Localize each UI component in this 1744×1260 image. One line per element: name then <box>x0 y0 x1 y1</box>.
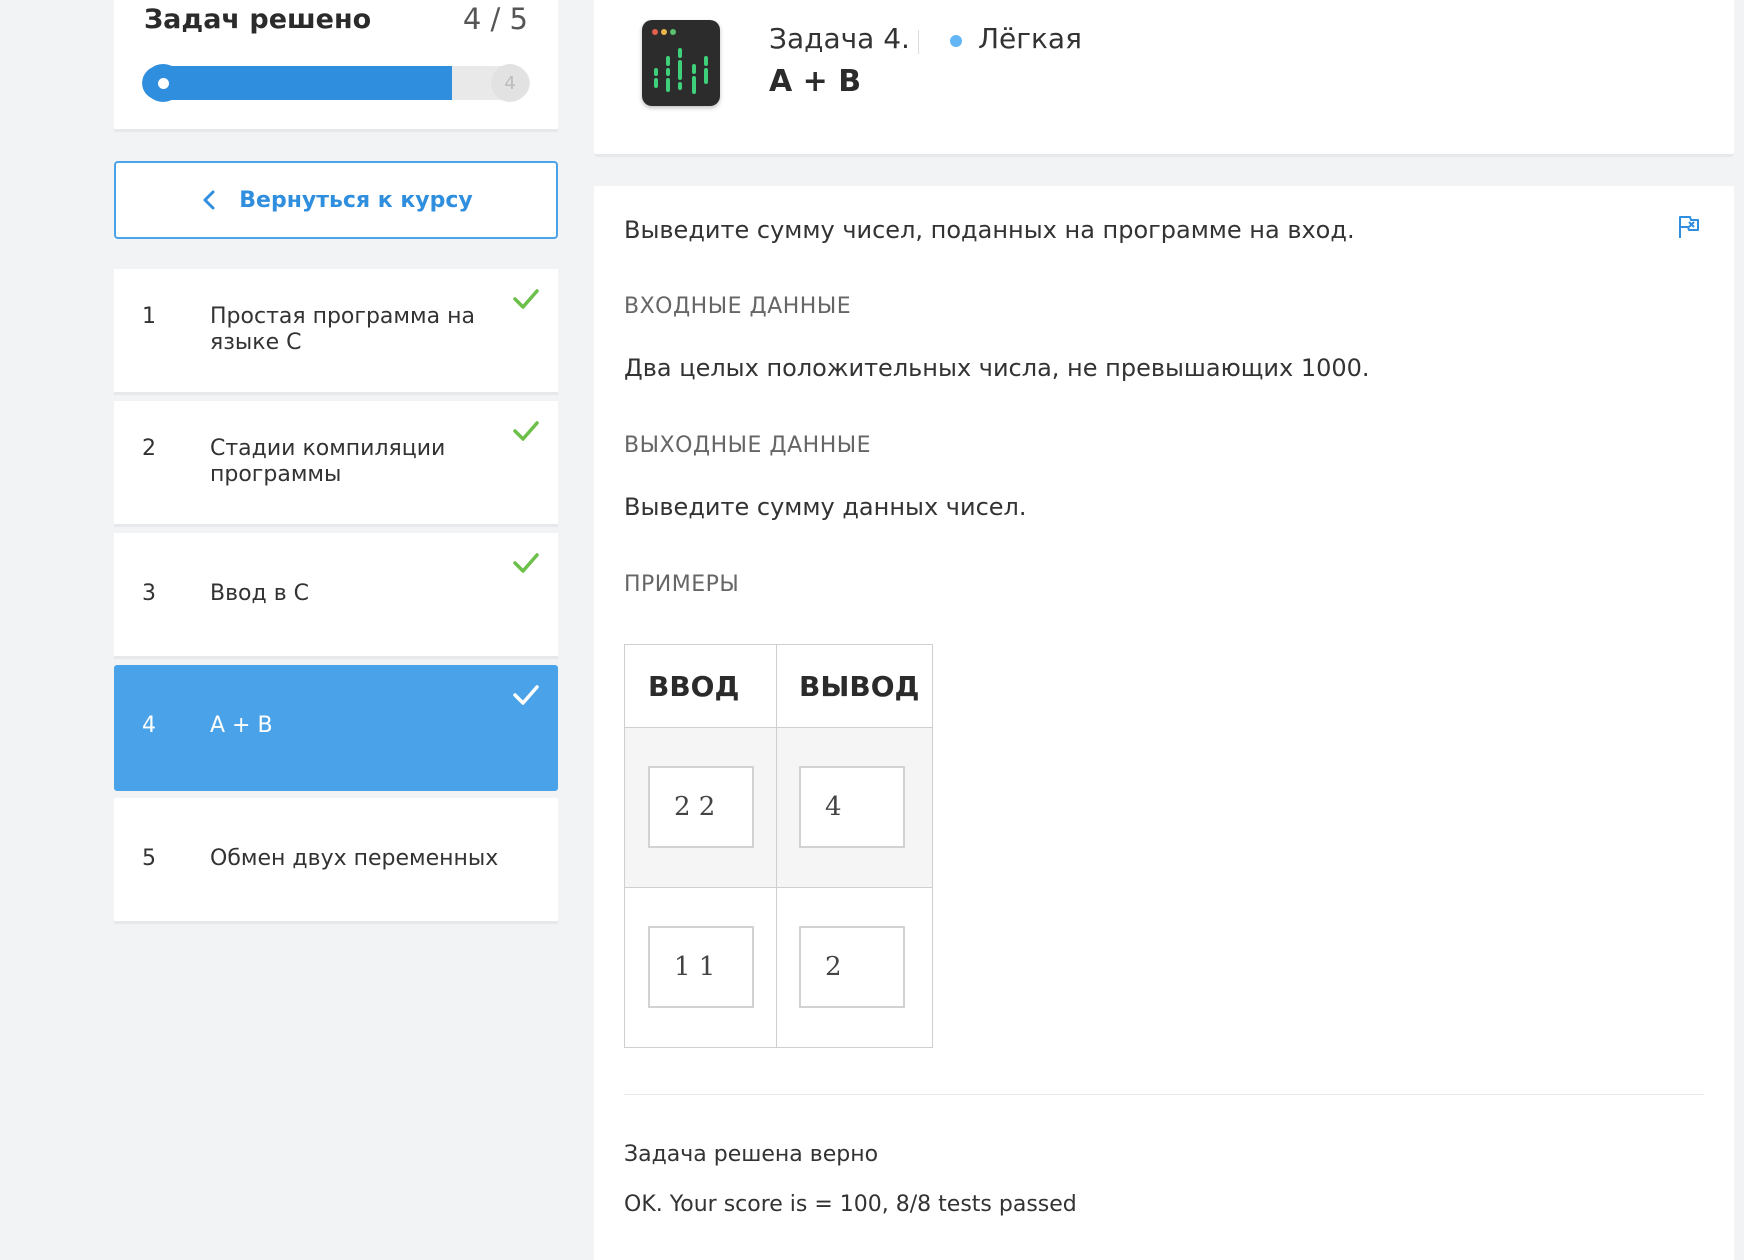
output-section-text: Выведите сумму данных чисел. <box>624 493 1027 521</box>
task-list-item-1[interactable]: 1 Простая программа на языке C <box>114 269 558 395</box>
progress-bar-fill <box>142 66 453 100</box>
table-divider <box>625 887 932 888</box>
task-number: 2 <box>142 436 156 461</box>
progress-title: Задач решено <box>144 4 372 35</box>
task-list-item-2[interactable]: 2 Стадии компиляции программы <box>114 401 558 527</box>
column-header-input: ВВОД <box>648 669 740 703</box>
section-divider <box>624 1094 1704 1095</box>
column-header-output: ВЫВОД <box>799 669 920 703</box>
table-divider <box>776 645 777 1047</box>
task-header: Задача 4. Лёгкая A + B <box>594 0 1734 157</box>
task-title: A + B <box>769 64 862 99</box>
task-list-item-4[interactable]: 4 A + B <box>114 665 558 791</box>
progress-card: Задач решено 4 / 5 4 <box>114 0 558 132</box>
task-number: 1 <box>142 304 156 329</box>
check-icon <box>513 553 539 573</box>
task-statement: Выведите сумму чисел, поданных на програ… <box>624 216 1355 244</box>
task-label: Обмен двух переменных <box>210 846 499 871</box>
result-text: OK. Your score is = 100, 8/8 tests passe… <box>624 1192 1077 1217</box>
task-number: 3 <box>142 581 156 606</box>
example-output-cell[interactable]: 4 <box>799 766 905 848</box>
table-divider <box>625 727 932 728</box>
example-output-cell[interactable]: 2 <box>799 926 905 1008</box>
difficulty-label: Лёгкая <box>978 22 1082 55</box>
input-section-text: Два целых положительных числа, не превыш… <box>624 354 1370 382</box>
task-number: 4 <box>142 713 156 738</box>
check-icon <box>513 421 539 441</box>
report-flag-icon[interactable] <box>1676 214 1702 240</box>
task-list-item-3[interactable]: 3 Ввод в C <box>114 533 558 659</box>
result-title: Задача решена верно <box>624 1142 879 1167</box>
input-section-heading: ВХОДНЫЕ ДАННЫЕ <box>624 294 852 319</box>
task-label: Стадии компиляции программы <box>210 436 446 487</box>
task-label: Простая программа на языке C <box>210 304 475 355</box>
task-list-item-5[interactable]: 5 Обмен двух переменных <box>114 798 558 924</box>
difficulty-dot <box>950 35 962 47</box>
task-number-label: Задача 4. <box>769 22 910 55</box>
progress-start-marker <box>144 64 182 102</box>
check-icon <box>513 289 539 309</box>
header-divider <box>918 30 919 54</box>
progress-bar <box>142 66 530 100</box>
task-content: Выведите сумму чисел, поданных на програ… <box>594 186 1734 1260</box>
terminal-equalizer-icon <box>642 20 720 106</box>
progress-count: 4 / 5 <box>462 2 528 36</box>
back-to-course-button[interactable]: Вернуться к курсу <box>114 161 558 239</box>
task-label: Ввод в C <box>210 581 310 606</box>
output-section-heading: ВЫХОДНЫЕ ДАННЫЕ <box>624 433 872 458</box>
example-input-cell[interactable]: 1 1 <box>648 926 754 1008</box>
task-number: 5 <box>142 846 156 871</box>
check-icon <box>513 685 539 705</box>
progress-end-marker: 4 <box>491 64 529 102</box>
examples-table: ВВОД ВЫВОД 2 2 4 1 1 2 <box>624 644 933 1048</box>
chevron-left-icon <box>203 190 215 210</box>
examples-section-heading: ПРИМЕРЫ <box>624 572 740 597</box>
back-to-course-label: Вернуться к курсу <box>239 187 473 213</box>
task-label: A + B <box>210 713 273 738</box>
example-input-cell[interactable]: 2 2 <box>648 766 754 848</box>
